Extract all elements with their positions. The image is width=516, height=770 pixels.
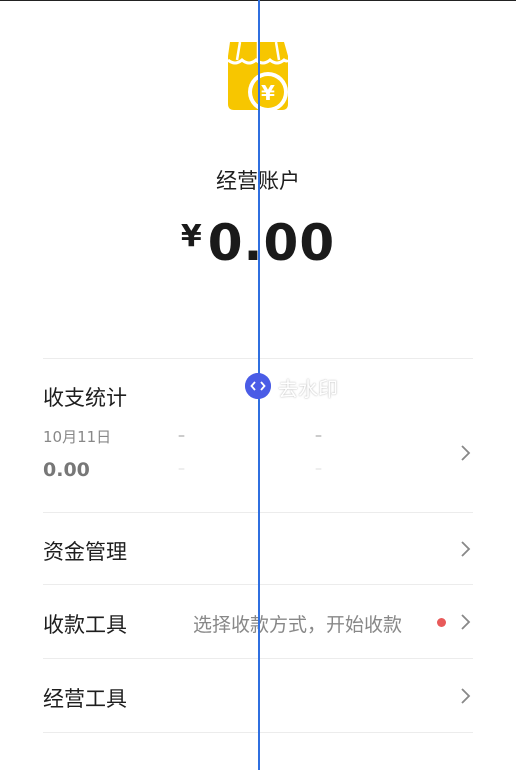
business-tool-label: 经营工具	[43, 687, 127, 711]
income-value-dash: –	[178, 461, 185, 477]
funds-management-label: 资金管理	[43, 540, 127, 564]
chevron-right-icon	[461, 688, 471, 704]
stats-date: 10月11日	[43, 428, 112, 446]
expense-value-dash: –	[315, 461, 322, 477]
watermark-text: 去水印	[278, 377, 338, 401]
balance-amount: 0.00	[207, 214, 336, 272]
collect-hint: 选择收款方式，开始收款	[193, 614, 403, 636]
stats-title: 收支统计	[43, 386, 127, 410]
collect-tool-label: 收款工具	[43, 613, 127, 637]
split-handle-icon[interactable]	[245, 373, 271, 399]
chevron-right-icon	[461, 614, 471, 630]
income-dash: –	[178, 428, 185, 444]
chevron-right-icon	[461, 541, 471, 557]
currency-symbol: ¥	[180, 219, 202, 254]
expense-dash: –	[315, 428, 322, 444]
notification-dot	[437, 618, 446, 627]
svg-text:¥: ¥	[261, 81, 275, 105]
chevron-right-icon	[461, 445, 471, 461]
stats-value: 0.00	[43, 459, 90, 481]
